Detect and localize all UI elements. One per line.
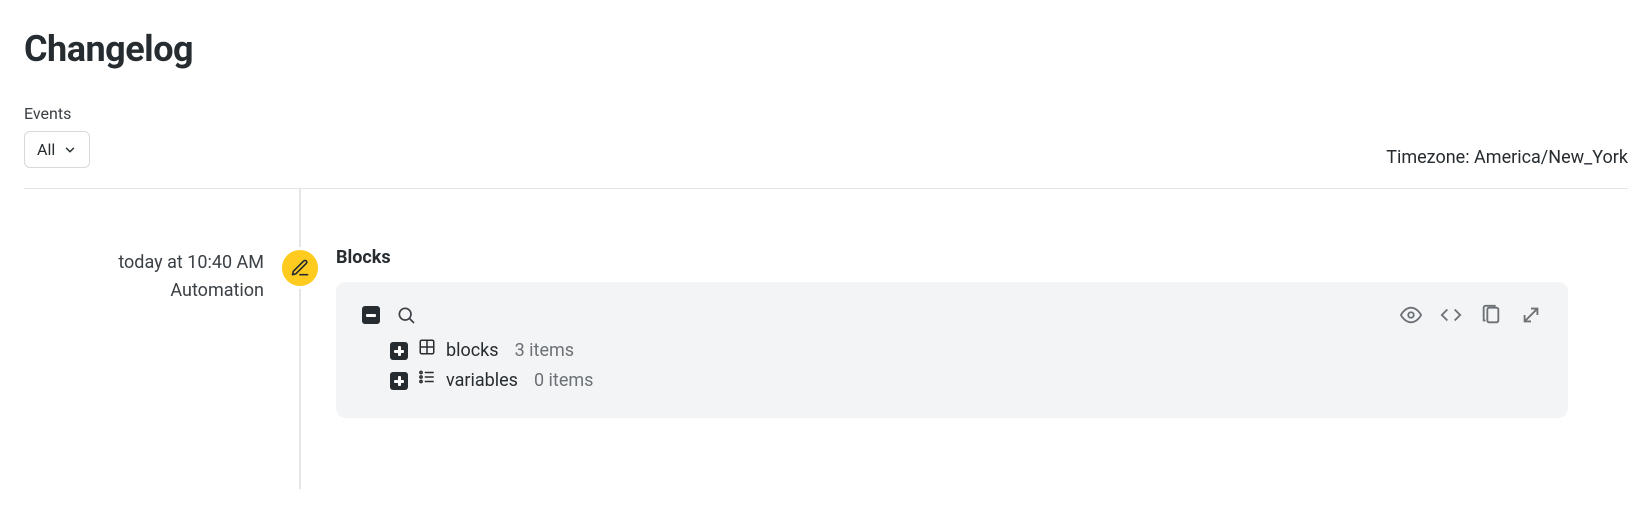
plus-square-icon [390, 342, 408, 360]
entry-node [264, 229, 336, 289]
tree-node-key: blocks [446, 336, 499, 366]
json-toolbar [362, 304, 1542, 326]
edit-marker [279, 247, 321, 289]
json-viewer-panel: blocks 3 items variables 0 items [336, 282, 1568, 418]
collapse-all-button[interactable] [362, 306, 380, 324]
grid-icon [418, 336, 436, 366]
tree-node-key: variables [446, 366, 518, 396]
search-button[interactable] [396, 305, 416, 325]
controls-row: Events All Timezone: America/New_York [24, 104, 1628, 168]
tree-node-blocks[interactable]: blocks 3 items [390, 336, 1542, 366]
pencil-icon [290, 258, 310, 278]
chevron-down-icon [63, 143, 77, 157]
events-filter-label: Events [24, 104, 90, 123]
tree-node-count: 3 items [515, 336, 574, 366]
tree-node-variables[interactable]: variables 0 items [390, 366, 1542, 396]
view-code-button[interactable] [1440, 304, 1462, 326]
tree-node-count: 0 items [534, 366, 593, 396]
maximize-icon [1520, 304, 1542, 326]
events-filter-group: Events All [24, 104, 90, 168]
entry-meta: today at 10:40 AM Automation [24, 229, 264, 305]
entry-body: Blocks [336, 229, 1628, 418]
events-filter-value: All [37, 140, 55, 159]
entry-timestamp: today at 10:40 AM [24, 249, 264, 277]
minus-square-icon [362, 306, 380, 324]
events-filter-select[interactable]: All [24, 131, 90, 168]
entry-actor: Automation [24, 277, 264, 305]
entry-title: Blocks [336, 247, 1568, 268]
code-icon [1440, 304, 1462, 326]
eye-icon [1400, 304, 1422, 326]
search-icon [396, 305, 416, 325]
changelog-entry: today at 10:40 AM Automation Blocks [24, 229, 1628, 418]
copy-button[interactable] [1480, 304, 1502, 326]
view-raw-button[interactable] [1400, 304, 1422, 326]
expand-panel-button[interactable] [1520, 304, 1542, 326]
page-title: Changelog [24, 28, 1628, 70]
changelog-timeline: today at 10:40 AM Automation Blocks [24, 189, 1628, 489]
plus-square-icon [390, 372, 408, 390]
json-tree: blocks 3 items variables 0 items [362, 336, 1542, 396]
clipboard-icon [1480, 304, 1502, 326]
timezone-label: Timezone: America/New_York [1386, 147, 1628, 168]
list-icon [418, 366, 436, 396]
